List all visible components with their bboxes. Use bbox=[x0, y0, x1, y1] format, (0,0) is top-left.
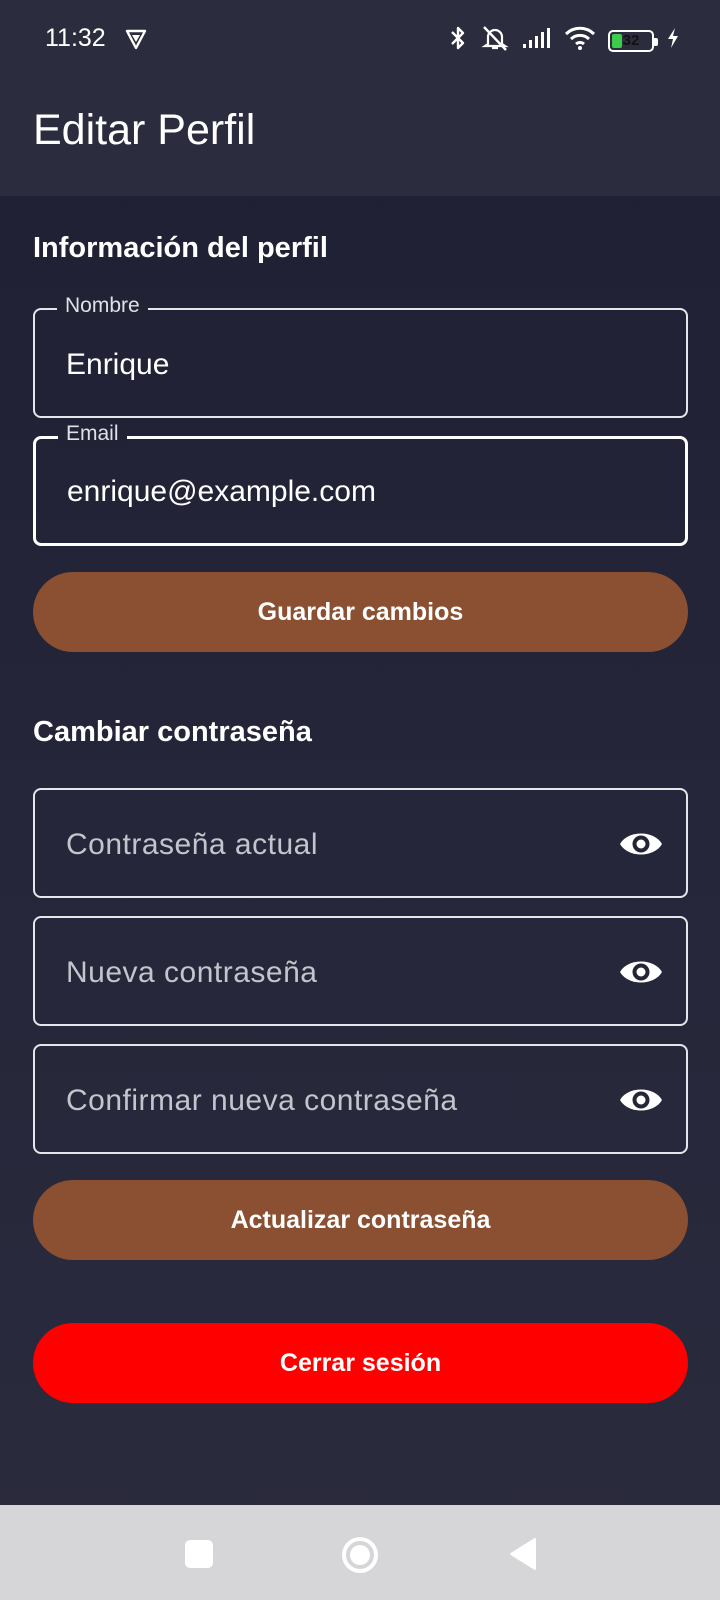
current-password-placeholder: Contraseña actual bbox=[66, 828, 318, 861]
save-changes-button[interactable]: Guardar cambios bbox=[33, 572, 688, 652]
back-triangle-icon[interactable] bbox=[505, 1535, 543, 1573]
eye-icon[interactable] bbox=[618, 954, 664, 990]
profile-section-title: Información del perfil bbox=[33, 232, 328, 264]
charging-icon bbox=[666, 27, 680, 54]
status-time: 11:32 bbox=[45, 24, 106, 52]
eye-icon[interactable] bbox=[618, 1082, 664, 1118]
logout-button[interactable]: Cerrar sesión bbox=[33, 1323, 688, 1403]
email-field-label: Email bbox=[58, 422, 127, 446]
password-section-title: Cambiar contraseña bbox=[33, 716, 312, 748]
system-nav-bar bbox=[0, 1505, 720, 1600]
status-icons: 32 bbox=[448, 24, 680, 57]
signal-icon bbox=[522, 27, 552, 54]
confirm-password-placeholder: Confirmar nueva contraseña bbox=[66, 1084, 458, 1117]
recents-square-icon[interactable] bbox=[180, 1535, 218, 1573]
battery-fill bbox=[612, 33, 622, 48]
battery-icon: 32 bbox=[608, 29, 658, 52]
shield-icon bbox=[124, 27, 148, 56]
name-field[interactable]: Nombre Enrique bbox=[33, 294, 688, 418]
update-password-button[interactable]: Actualizar contraseña bbox=[33, 1180, 688, 1260]
battery-tip bbox=[654, 37, 658, 46]
email-field[interactable]: Email enrique@example.com bbox=[33, 422, 688, 546]
status-bar: 11:32 32 bbox=[0, 0, 720, 80]
app-bar: Editar Perfil bbox=[0, 80, 720, 196]
eye-icon[interactable] bbox=[618, 826, 664, 862]
screen: 11:32 32 Editar Perfil Información del p… bbox=[0, 0, 720, 1600]
bluetooth-icon bbox=[448, 24, 468, 57]
name-field-value[interactable]: Enrique bbox=[66, 348, 626, 382]
new-password-placeholder: Nueva contraseña bbox=[66, 956, 318, 989]
page-title: Editar Perfil bbox=[33, 106, 256, 154]
new-password-field[interactable]: Nueva contraseña bbox=[33, 916, 688, 1026]
battery-level: 32 bbox=[622, 32, 640, 49]
name-field-label: Nombre bbox=[57, 294, 148, 318]
wifi-icon bbox=[564, 25, 596, 56]
email-field-value[interactable]: enrique@example.com bbox=[67, 475, 627, 509]
alarm-off-icon bbox=[480, 24, 510, 57]
current-password-field[interactable]: Contraseña actual bbox=[33, 788, 688, 898]
home-circle-icon[interactable] bbox=[340, 1535, 378, 1573]
confirm-password-field[interactable]: Confirmar nueva contraseña bbox=[33, 1044, 688, 1154]
